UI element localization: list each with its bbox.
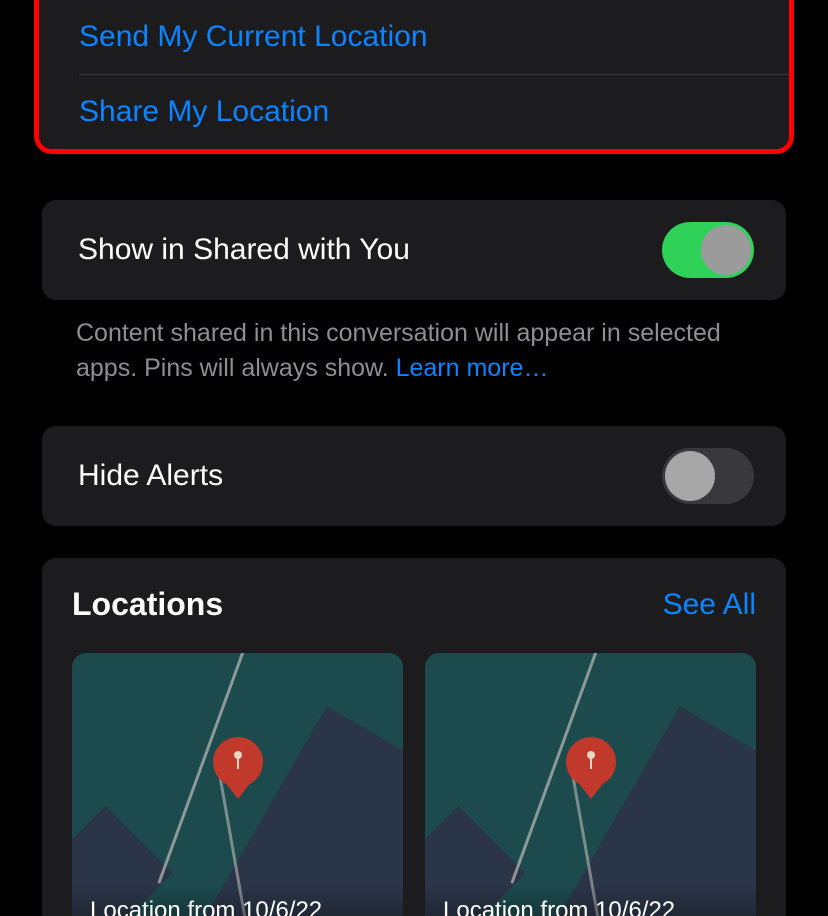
location-item[interactable]: Location from 10/6/22 [72, 653, 403, 916]
locations-card: Locations See All Location from 10/6/22 [42, 558, 786, 916]
shared-with-you-toggle[interactable] [662, 222, 754, 278]
learn-more-link[interactable]: Learn more… [396, 354, 549, 382]
shared-with-you-caption: Content shared in this conversation will… [76, 316, 752, 386]
location-actions-highlight: Send My Current Location Share My Locati… [34, 0, 794, 154]
pin-stick [590, 759, 592, 769]
pin-dot [234, 751, 242, 759]
map-pin-icon [566, 737, 616, 787]
location-caption: Location from 10/6/22 [425, 885, 756, 916]
locations-title: Locations [72, 586, 223, 623]
location-actions-card: Send My Current Location Share My Locati… [39, 0, 789, 149]
shared-with-you-row: Show in Shared with You [42, 200, 786, 300]
toggle-knob [701, 225, 751, 275]
pin-dot [587, 751, 595, 759]
pin-stick [237, 759, 239, 769]
map-pin-icon [213, 737, 263, 787]
map-thumbnail [425, 653, 756, 916]
map-thumbnail [72, 653, 403, 916]
locations-grid: Location from 10/6/22 Location from 10/6… [72, 653, 756, 916]
location-caption: Location from 10/6/22 [72, 885, 403, 916]
hide-alerts-card: Hide Alerts [42, 426, 786, 526]
locations-see-all-button[interactable]: See All [663, 588, 756, 622]
hide-alerts-label: Hide Alerts [78, 459, 223, 493]
shared-with-you-card: Show in Shared with You [42, 200, 786, 300]
toggle-knob [665, 451, 715, 501]
location-item[interactable]: Location from 10/6/22 [425, 653, 756, 916]
share-my-location-button[interactable]: Share My Location [39, 75, 789, 149]
hide-alerts-row: Hide Alerts [42, 426, 786, 526]
shared-with-you-label: Show in Shared with You [78, 233, 410, 267]
locations-header: Locations See All [72, 586, 756, 623]
send-current-location-button[interactable]: Send My Current Location [39, 0, 789, 74]
hide-alerts-toggle[interactable] [662, 448, 754, 504]
